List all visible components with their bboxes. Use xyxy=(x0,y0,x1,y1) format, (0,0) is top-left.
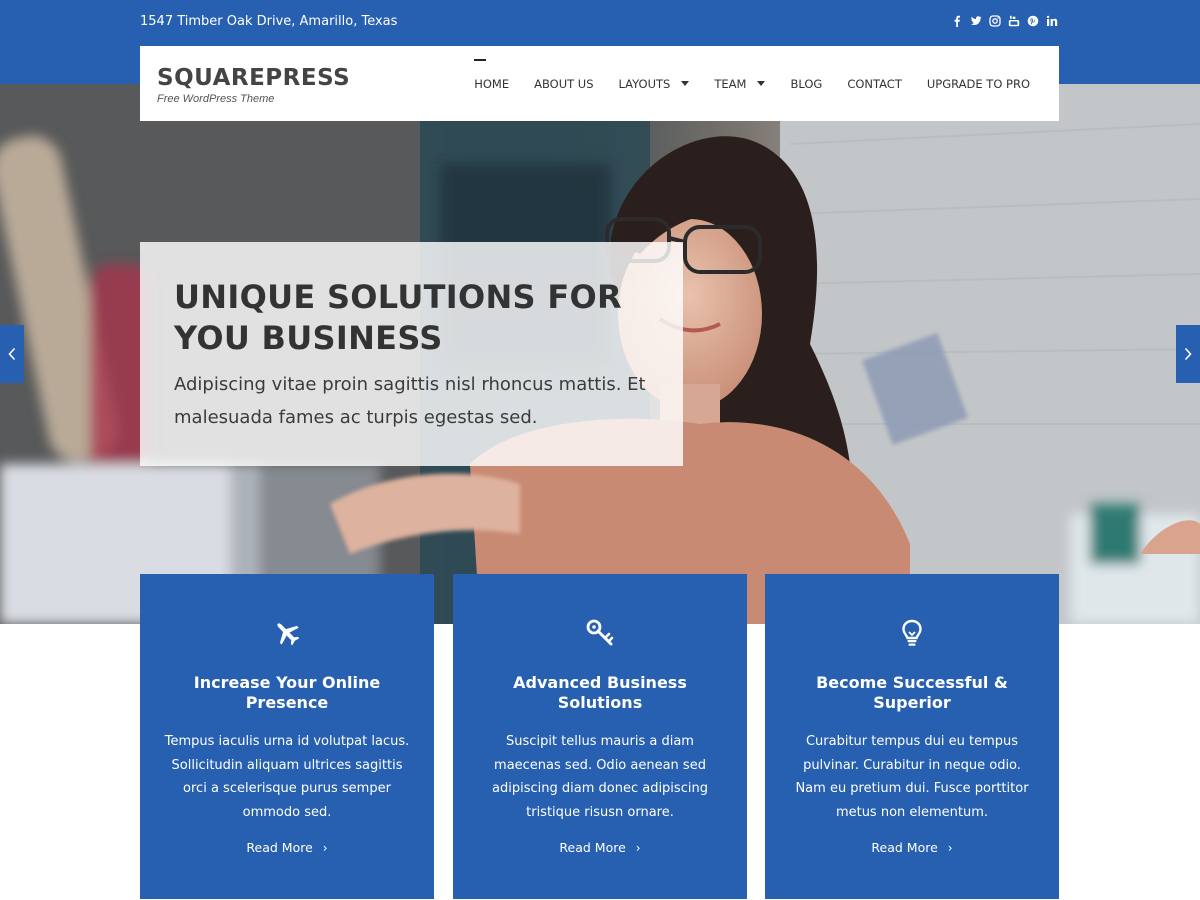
social-links xyxy=(951,14,1058,28)
feature-card-successful-superior: Become Successful & Superior Curabitur t… xyxy=(765,574,1059,899)
nav-about-us-label: ABOUT US xyxy=(534,76,594,91)
feature-text: Tempus iaculis urna id volutpat lacus. S… xyxy=(164,734,410,820)
feature-title: Increase Your Online Presence xyxy=(193,673,381,712)
nav-contact[interactable]: CONTACT xyxy=(847,77,902,91)
feature-card-business-solutions: Advanced Business Solutions Suscipit tel… xyxy=(453,574,747,899)
plane-icon xyxy=(277,623,300,646)
chevron-right-icon: › xyxy=(322,841,328,855)
nav-home-label: HOME xyxy=(474,76,510,91)
instagram-icon[interactable] xyxy=(989,14,1001,28)
feature-title: Become Successful & Superior xyxy=(816,673,1008,712)
key-icon xyxy=(586,619,614,646)
nav-contact-label: CONTACT xyxy=(847,76,902,91)
nav-layouts[interactable]: LAYOUTS xyxy=(619,77,690,91)
read-more-link[interactable]: Read More › xyxy=(453,840,747,856)
address-text: 1547 Timber Oak Drive, Amarillo, Texas xyxy=(140,14,398,29)
caret-down-icon xyxy=(757,81,766,86)
read-more-label: Read More xyxy=(871,840,938,855)
twitter-icon[interactable] xyxy=(970,14,982,28)
chevron-right-icon xyxy=(1184,347,1192,361)
feature-card-online-presence: Increase Your Online Presence Tempus iac… xyxy=(140,574,434,899)
nav-layouts-label: LAYOUTS xyxy=(618,76,671,91)
feature-text: Suscipit tellus mauris a diam maecenas s… xyxy=(492,734,708,820)
main-menu: HOME ABOUT US LAYOUTS TEAM BLOG CONTACT … xyxy=(474,46,1030,121)
read-more-label: Read More xyxy=(559,840,626,855)
nav-team-label: TEAM xyxy=(714,76,747,91)
lightbulb-icon xyxy=(902,619,922,646)
nav-upgrade-label: UPGRADE TO PRO xyxy=(926,76,1030,91)
hero-caption-card: UNIQUE SOLUTIONS FOR YOU BUSINESS Adipis… xyxy=(140,242,683,466)
header-navbar: SQUAREPRESS Free WordPress Theme HOME AB… xyxy=(140,46,1059,121)
slider-next-button[interactable] xyxy=(1176,325,1200,383)
site-title[interactable]: SQUAREPRESS xyxy=(157,64,350,92)
nav-team[interactable]: TEAM xyxy=(714,76,766,91)
read-more-label: Read More xyxy=(246,840,313,855)
read-more-link[interactable]: Read More › xyxy=(140,840,434,856)
site-brand[interactable]: SQUAREPRESS Free WordPress Theme xyxy=(157,64,350,106)
nav-blog-label: BLOG xyxy=(790,76,823,91)
site-tagline: Free WordPress Theme xyxy=(157,93,275,105)
nav-upgrade-to-pro[interactable]: UPGRADE TO PRO xyxy=(927,77,1030,91)
hero-title: UNIQUE SOLUTIONS FOR YOU BUSINESS xyxy=(174,278,622,357)
chevron-left-icon xyxy=(8,347,16,361)
facebook-icon[interactable] xyxy=(951,14,963,28)
nav-about-us[interactable]: ABOUT US xyxy=(534,77,593,91)
nav-blog[interactable]: BLOG xyxy=(790,77,822,91)
hero-text: Adipiscing vitae proin sagittis nisl rho… xyxy=(174,374,646,428)
nav-home[interactable]: HOME xyxy=(474,58,510,91)
active-indicator xyxy=(474,58,487,61)
youtube-icon[interactable] xyxy=(1008,14,1020,28)
chevron-right-icon: › xyxy=(947,841,953,855)
caret-down-icon xyxy=(681,81,690,86)
linkedin-icon[interactable] xyxy=(1046,14,1058,28)
feature-title: Advanced Business Solutions xyxy=(513,673,687,712)
chevron-right-icon: › xyxy=(635,841,641,855)
slider-prev-button[interactable] xyxy=(0,325,24,383)
pinterest-icon[interactable] xyxy=(1027,14,1039,28)
feature-text: Curabitur tempus dui eu tempus pulvinar.… xyxy=(795,734,1029,820)
read-more-link[interactable]: Read More › xyxy=(765,840,1059,856)
